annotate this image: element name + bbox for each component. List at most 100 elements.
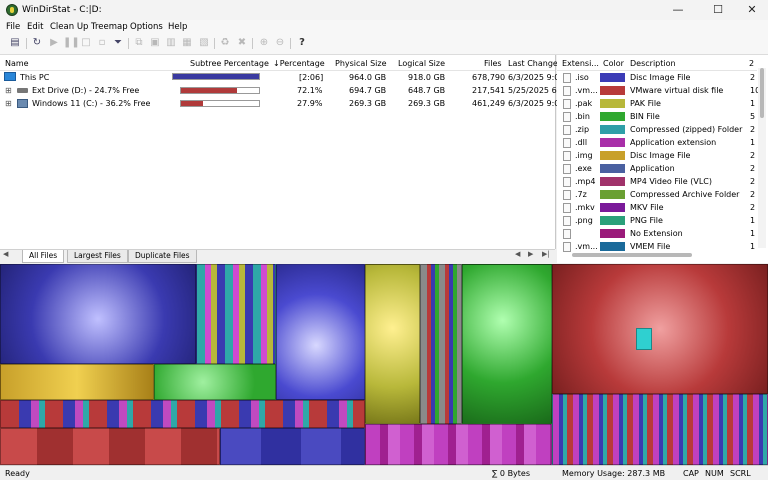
expand-toggle[interactable]: ⊞: [5, 86, 12, 95]
ext-row-extension[interactable]: .vm...: [575, 242, 598, 251]
treemap-block[interactable]: [0, 428, 220, 465]
ext-row-extension[interactable]: .img: [575, 151, 593, 160]
menu-clean-up[interactable]: Clean Up: [50, 22, 88, 32]
tree-row-last-change: 5/25/2025 6:: [508, 86, 560, 95]
help-icon[interactable]: ?: [296, 37, 308, 49]
play-icon[interactable]: ▶: [48, 37, 60, 49]
tree-row-physical: 694.7 GB: [349, 86, 387, 95]
tab-scroll-left-icon[interactable]: ◀: [515, 250, 520, 258]
menu-options[interactable]: Options: [130, 22, 163, 32]
column-header-percentage[interactable]: ↓Percentage: [273, 59, 325, 68]
scroll-left-arrow-icon[interactable]: ◀: [3, 250, 8, 258]
column-header-files[interactable]: Files: [484, 59, 502, 68]
tree-row-name[interactable]: Windows 11 (C:) - 36.2% Free: [32, 99, 150, 108]
ext-row-description[interactable]: MKV File: [630, 203, 664, 212]
tab-all-files[interactable]: All Files: [22, 250, 65, 263]
ext-row-description[interactable]: Disc Image File: [630, 151, 690, 160]
scroll-end-icon[interactable]: ▶|: [542, 250, 550, 258]
ext-horizontal-scrollbar[interactable]: [572, 253, 692, 257]
treemap-block[interactable]: [154, 364, 276, 400]
ext-row-extension[interactable]: .exe: [575, 164, 592, 173]
menu-file[interactable]: File: [6, 22, 20, 32]
column-header-name[interactable]: Name: [5, 59, 29, 68]
ext-row-description[interactable]: No Extension: [630, 229, 683, 238]
treemap-block[interactable]: [196, 264, 276, 364]
treemap-block[interactable]: [365, 424, 552, 465]
ext-row-description[interactable]: Compressed (zipped) Folder: [630, 125, 742, 134]
status-scroll-lock: SCRL: [730, 469, 751, 478]
treemap-block[interactable]: [220, 428, 365, 465]
ext-row-description[interactable]: Application: [630, 164, 675, 173]
menu-help[interactable]: Help: [168, 22, 187, 32]
column-header-subtree[interactable]: Subtree Percentage: [190, 59, 269, 68]
tab-largest-files[interactable]: Largest Files: [67, 250, 128, 263]
tab-duplicate-files[interactable]: Duplicate Files: [128, 250, 197, 263]
zoom-in-icon[interactable]: ⊕: [258, 37, 270, 49]
ext-header-extension[interactable]: Extensi...: [562, 59, 599, 68]
copy-path-icon[interactable]: ▫: [96, 37, 108, 49]
pause-icon[interactable]: ❚❚: [63, 37, 80, 49]
treemap-block[interactable]: [0, 400, 365, 428]
filter-icon[interactable]: ⏷: [112, 37, 124, 49]
treemap-block[interactable]: [0, 364, 154, 400]
treemap-block[interactable]: [420, 264, 462, 424]
ext-row-extension[interactable]: .dll: [575, 138, 587, 147]
ext-row-description[interactable]: PNG File: [630, 216, 663, 225]
ext-row-description[interactable]: Application extension: [630, 138, 716, 147]
expand-toggle[interactable]: ⊞: [5, 99, 12, 108]
ext-row-extension[interactable]: .bin: [575, 112, 590, 121]
ext-row-extension[interactable]: .7z: [575, 190, 587, 199]
delete-icon[interactable]: ✖: [236, 37, 248, 49]
ext-header-color[interactable]: Color: [603, 59, 624, 68]
ext-row-extension[interactable]: .mkv: [575, 203, 595, 212]
ext-scrollbar-thumb[interactable]: [760, 68, 764, 118]
minimize-button[interactable]: —: [660, 0, 696, 20]
ext-row-description[interactable]: Compressed Archive Folder: [630, 190, 739, 199]
file-type-icon: [563, 151, 571, 161]
maximize-button[interactable]: ☐: [700, 0, 736, 20]
treemap-block[interactable]: [276, 264, 365, 400]
ext-row-description[interactable]: PAK File: [630, 99, 661, 108]
recycle-icon[interactable]: ♻: [219, 37, 231, 49]
menu-edit[interactable]: Edit: [27, 22, 43, 32]
treemap-block[interactable]: [552, 264, 768, 394]
ext-row-extension[interactable]: .mp4: [575, 177, 596, 186]
tab-scroll-right-icon[interactable]: ▶: [528, 250, 533, 258]
export-icon[interactable]: ▥: [165, 37, 177, 49]
file-type-icon: [563, 125, 571, 135]
directory-tree-pane[interactable]: [0, 55, 556, 249]
ext-row-extension[interactable]: .vm...: [575, 86, 598, 95]
ext-header-count[interactable]: 2: [749, 59, 754, 68]
copy-icon[interactable]: ⧉: [133, 37, 145, 49]
treemap-block[interactable]: [552, 394, 768, 465]
explorer-icon[interactable]: ▦: [181, 37, 193, 49]
stop-icon[interactable]: □: [80, 37, 92, 49]
column-header-physical-size[interactable]: Physical Size: [335, 59, 387, 68]
zoom-out-icon[interactable]: ⊖: [274, 37, 286, 49]
close-button[interactable]: ✕: [734, 0, 768, 20]
tree-row-name[interactable]: This PC: [20, 73, 49, 82]
menu-treemap[interactable]: Treemap: [91, 22, 128, 32]
ext-row-description[interactable]: VMware virtual disk file: [630, 86, 723, 95]
ext-row-description[interactable]: MP4 Video File (VLC): [630, 177, 712, 186]
treemap-block[interactable]: [365, 264, 420, 424]
ext-row-description[interactable]: VMEM File: [630, 242, 670, 251]
treemap-block[interactable]: [0, 264, 196, 364]
treemap-block[interactable]: [636, 328, 652, 350]
ext-header-description[interactable]: Description: [630, 59, 676, 68]
column-header-last-change[interactable]: Last Change: [508, 59, 558, 68]
ext-row-description[interactable]: Disc Image File: [630, 73, 690, 82]
ext-row-description[interactable]: BIN File: [630, 112, 660, 121]
ext-row-extension[interactable]: .pak: [575, 99, 592, 108]
tree-row-name[interactable]: Ext Drive (D:) - 24.7% Free: [32, 86, 139, 95]
paste-icon[interactable]: ▣: [149, 37, 161, 49]
ext-row-extension[interactable]: .iso: [575, 73, 589, 82]
refresh-icon[interactable]: ↻: [31, 37, 43, 49]
open-drive-icon[interactable]: ▤: [9, 37, 21, 49]
ext-row-extension[interactable]: .png: [575, 216, 593, 225]
cmd-icon[interactable]: ▧: [198, 37, 210, 49]
treemap-view[interactable]: [0, 264, 768, 465]
treemap-block[interactable]: [462, 264, 552, 424]
ext-row-extension[interactable]: .zip: [575, 125, 589, 134]
column-header-logical-size[interactable]: Logical Size: [398, 59, 445, 68]
